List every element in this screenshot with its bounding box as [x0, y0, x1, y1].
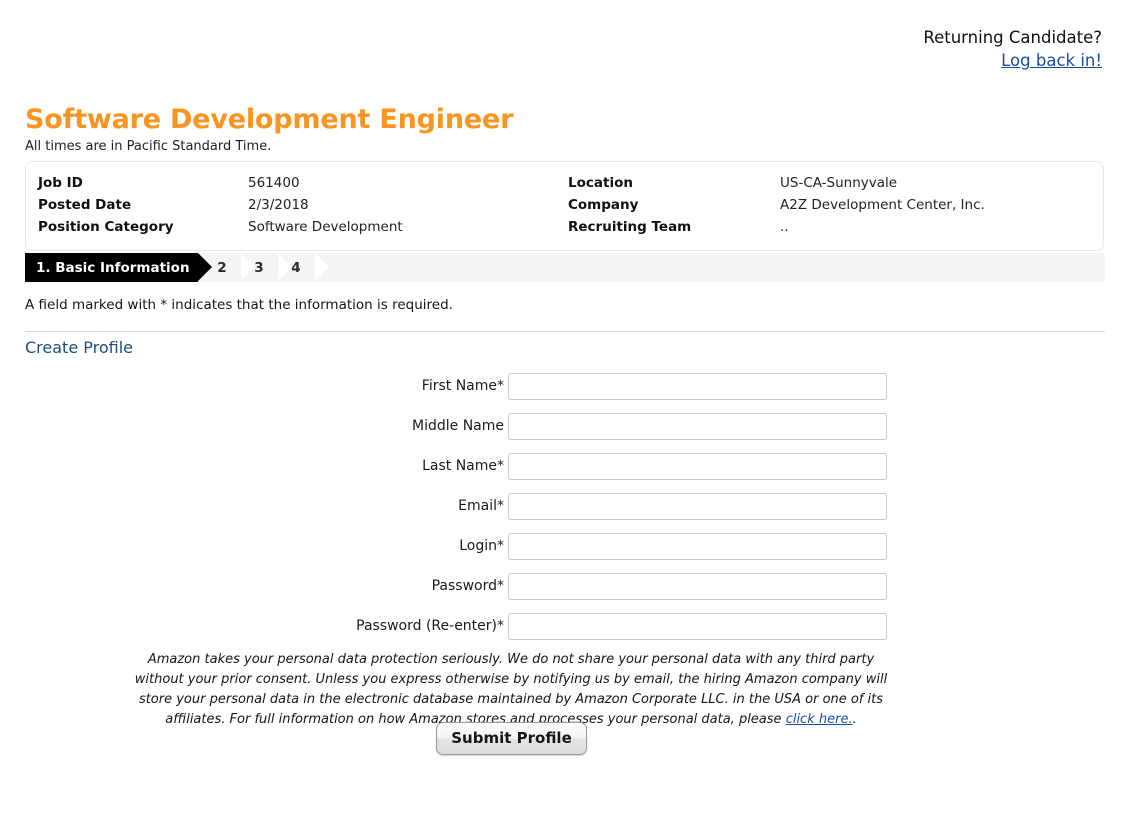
login-input[interactable]: [508, 532, 887, 560]
email-input[interactable]: [508, 492, 887, 520]
email-label: Email*: [458, 498, 504, 514]
step-active-label: 1. Basic Information: [36, 259, 190, 276]
job-info-key: Position Category: [38, 219, 174, 235]
form-row: Login*: [0, 526, 1132, 566]
job-info-value: US-CA-Sunnyvale: [780, 175, 898, 191]
chevron-right-icon: [241, 253, 255, 281]
middle-name-input[interactable]: [508, 412, 887, 440]
last-name-label: Last Name*: [422, 458, 504, 474]
login-label: Login*: [459, 538, 504, 554]
timezone-note: All times are in Pacific Standard Time.: [25, 139, 272, 154]
form-row: Password (Re-enter)*: [0, 606, 1132, 646]
password-label: Password*: [431, 578, 504, 594]
job-info-key: Company: [568, 197, 639, 213]
create-profile-form: First Name* Middle Name Last Name* Email…: [0, 366, 1132, 646]
step-label: 3: [254, 259, 264, 276]
chevron-right-icon: [278, 253, 292, 281]
job-info-value: Software Development: [248, 219, 403, 235]
job-info-card: Job ID 561400 Location US-CA-Sunnyvale P…: [25, 161, 1104, 251]
section-divider: [25, 331, 1105, 332]
password-input[interactable]: [508, 572, 887, 600]
table-row: Job ID 561400 Location US-CA-Sunnyvale: [26, 172, 1103, 194]
job-info-key: Location: [568, 175, 633, 191]
job-info-value: A2Z Development Center, Inc.: [780, 197, 985, 213]
required-field-note: A field marked with * indicates that the…: [25, 297, 453, 313]
first-name-label: First Name*: [421, 378, 504, 394]
form-row: Last Name*: [0, 446, 1132, 486]
returning-candidate-prompt: Returning Candidate?: [923, 28, 1102, 47]
password-reenter-input[interactable]: [508, 612, 887, 640]
job-info-key: Recruiting Team: [568, 219, 692, 235]
log-back-in-link[interactable]: Log back in!: [923, 49, 1102, 72]
first-name-input[interactable]: [508, 372, 887, 400]
step-label: 4: [291, 259, 301, 276]
form-row: First Name*: [0, 366, 1132, 406]
submit-area: Submit Profile: [0, 722, 1023, 755]
job-info-value: ..: [780, 219, 789, 235]
table-row: Position Category Software Development R…: [26, 216, 1103, 238]
job-info-value: 2/3/2018: [248, 197, 309, 213]
password-reenter-label: Password (Re-enter)*: [356, 618, 504, 634]
last-name-input[interactable]: [508, 452, 887, 480]
job-info-key: Posted Date: [38, 197, 132, 213]
job-info-key: Job ID: [38, 175, 83, 191]
form-row: Password*: [0, 566, 1132, 606]
step-progress-bar: 1. Basic Information 2 3 4: [25, 253, 1105, 282]
table-row: Posted Date 2/3/2018 Company A2Z Develop…: [26, 194, 1103, 216]
job-info-table: Job ID 561400 Location US-CA-Sunnyvale P…: [26, 172, 1103, 238]
application-page: Returning Candidate? Log back in! Softwa…: [0, 0, 1132, 830]
chevron-right-icon: [198, 253, 212, 281]
job-info-value: 561400: [248, 175, 300, 191]
privacy-disclaimer: Amazon takes your personal data protecti…: [128, 650, 894, 730]
tab-step-1-basic-information[interactable]: 1. Basic Information: [25, 253, 198, 282]
returning-candidate-block: Returning Candidate? Log back in!: [923, 26, 1102, 73]
submit-profile-button[interactable]: Submit Profile: [436, 722, 587, 755]
chevron-right-icon: [315, 253, 329, 281]
form-row: Middle Name: [0, 406, 1132, 446]
disclaimer-text: Amazon takes your personal data protecti…: [134, 652, 888, 728]
page-title: Software Development Engineer: [25, 104, 514, 135]
step-label: 2: [217, 259, 227, 276]
form-row: Email*: [0, 486, 1132, 526]
section-title-create-profile: Create Profile: [25, 338, 133, 357]
middle-name-label: Middle Name: [412, 418, 504, 434]
